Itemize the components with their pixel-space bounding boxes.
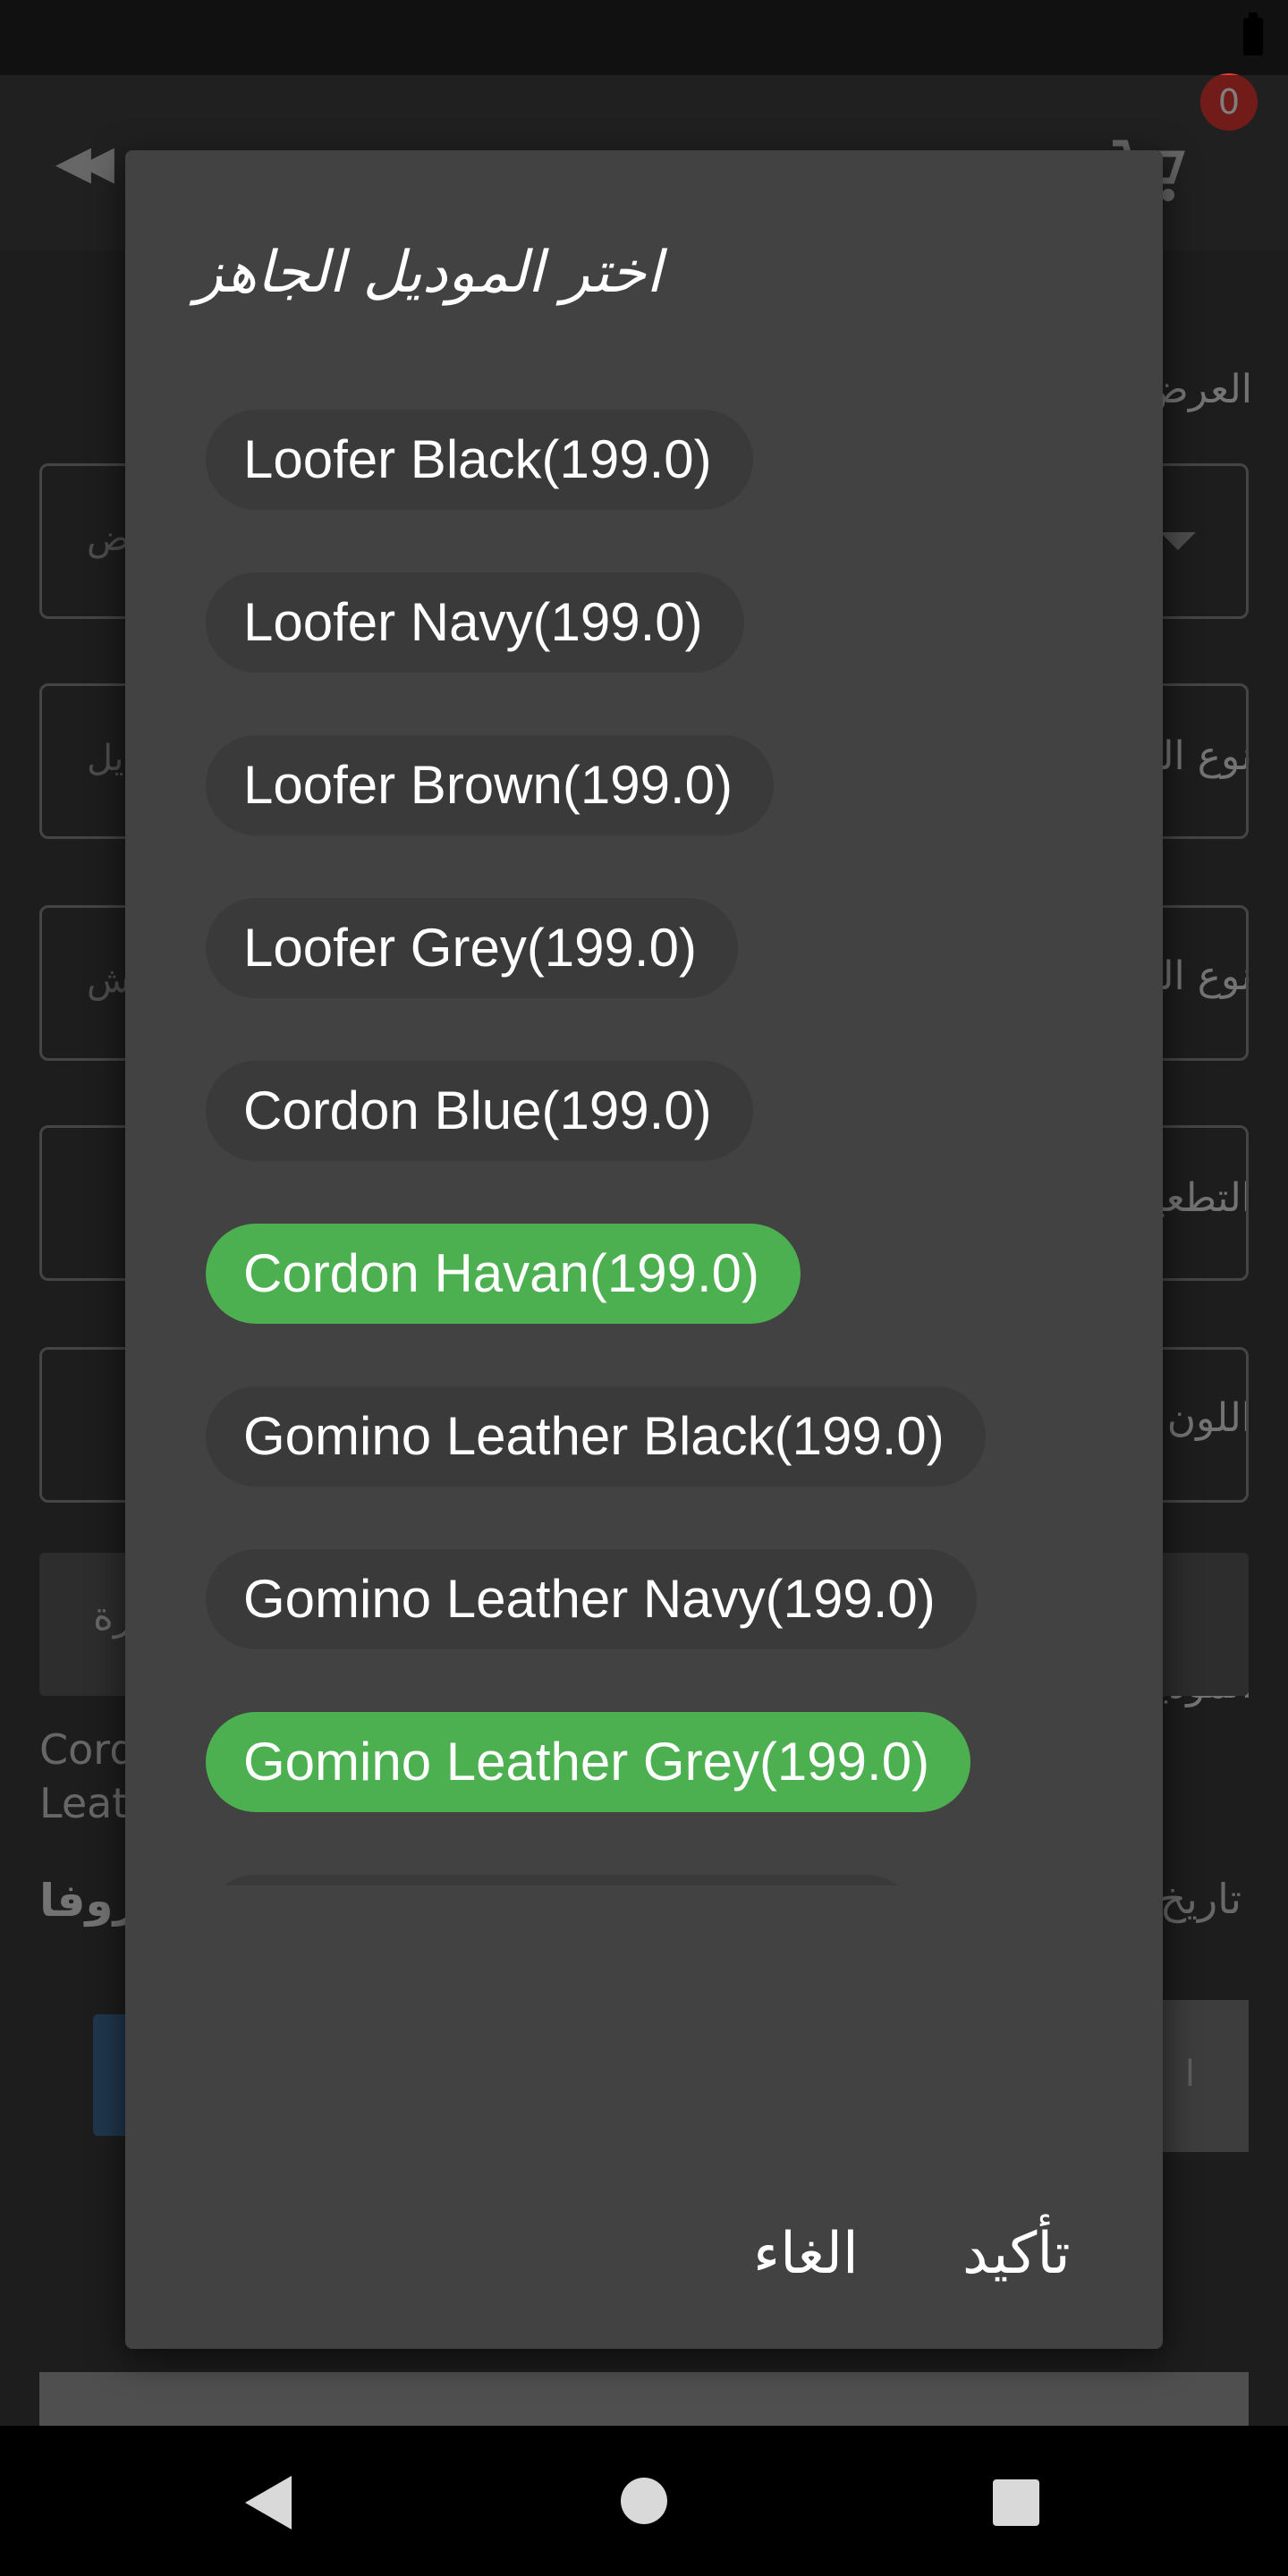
model-option-chip[interactable]: Loofer Grey(199.0)	[206, 898, 738, 998]
dialog-actions: الغاء تأكيد	[125, 2200, 1163, 2308]
nav-back-icon[interactable]	[245, 2476, 292, 2529]
model-option-chip[interactable]: Loofer Black(199.0)	[206, 410, 753, 510]
model-option-chip[interactable]: Mask Leather Navy(199.0)	[206, 1875, 917, 1885]
model-option-chip[interactable]: Loofer Navy(199.0)	[206, 572, 744, 673]
nav-recents-icon[interactable]	[993, 2479, 1039, 2526]
model-option-chip[interactable]: Cordon Havan(199.0)	[206, 1224, 801, 1324]
navigation-bar	[0, 2426, 1288, 2576]
model-option-chip[interactable]: Gomino Leather Grey(199.0)	[206, 1712, 971, 1812]
nav-home-icon[interactable]	[621, 2478, 667, 2524]
model-option-chip[interactable]: Loofer Brown(199.0)	[206, 735, 774, 835]
model-options-list: Loofer Black(199.0) Loofer Navy(199.0) Loo…	[125, 410, 1163, 1885]
status-bar	[0, 0, 1288, 75]
cancel-button[interactable]: الغاء	[753, 2200, 859, 2308]
model-picker-dialog: اختر الموديل الجاهز Loofer Black(199.0) L…	[125, 150, 1163, 2349]
model-option-chip[interactable]: Cordon Blue(199.0)	[206, 1061, 753, 1161]
model-option-chip[interactable]: Gomino Leather Black(199.0)	[206, 1386, 986, 1487]
confirm-button[interactable]: تأكيد	[962, 2200, 1071, 2308]
dialog-title: اختر الموديل الجاهز	[195, 240, 662, 306]
model-option-chip[interactable]: Gomino Leather Navy(199.0)	[206, 1549, 977, 1649]
battery-icon	[1243, 13, 1263, 55]
